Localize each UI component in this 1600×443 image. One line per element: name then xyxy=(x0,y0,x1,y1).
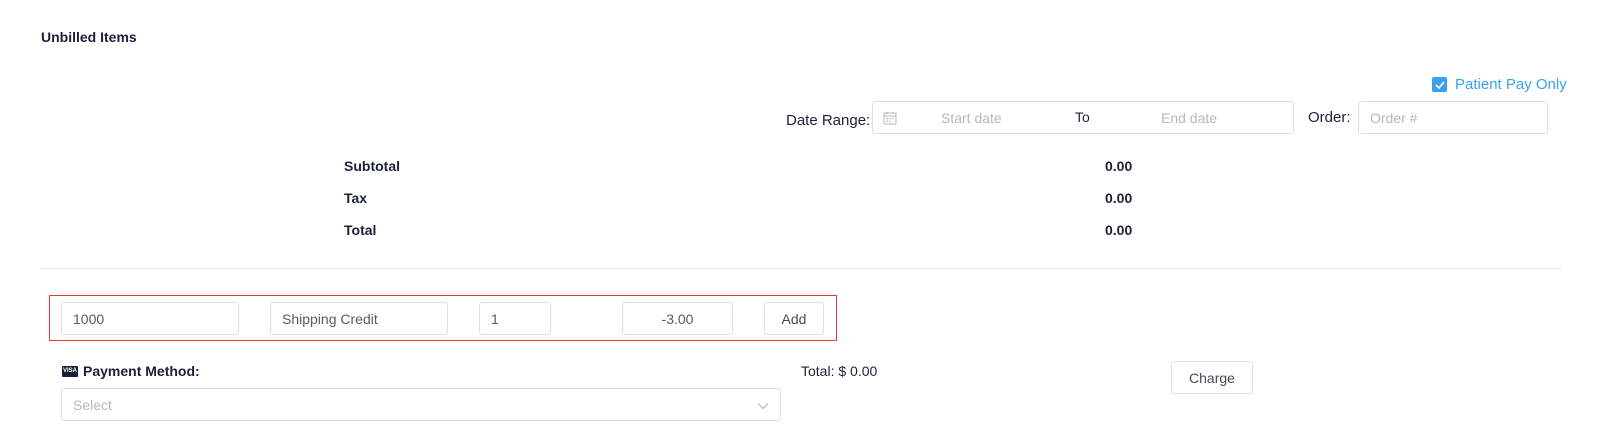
item-description-value: Shipping Credit xyxy=(282,310,378,327)
date-range-label: Date Range: xyxy=(786,112,871,129)
subtotal-value: 0.00 xyxy=(1105,158,1133,174)
payment-total: Total: $ 0.00 xyxy=(801,363,878,379)
start-date-input[interactable]: Start date xyxy=(941,110,1002,126)
item-code-value: 1000 xyxy=(73,310,105,327)
patient-pay-only-label[interactable]: Patient Pay Only xyxy=(1455,76,1567,93)
payment-method-label-group: VISA Payment Method: xyxy=(62,363,200,379)
item-amount-value: -3.00 xyxy=(661,310,694,327)
section-title: Unbilled Items xyxy=(41,29,137,45)
date-range-picker[interactable]: Start date To End date xyxy=(872,101,1294,134)
order-number-placeholder: Order # xyxy=(1370,109,1418,126)
checkbox-checked-icon[interactable] xyxy=(1432,77,1447,92)
date-range-separator: To xyxy=(1075,109,1090,125)
total-value: 0.00 xyxy=(1105,222,1133,238)
chevron-down-icon xyxy=(757,397,769,413)
order-number-input[interactable]: Order # xyxy=(1358,101,1548,134)
item-quantity-value: 1 xyxy=(491,310,499,327)
item-amount-input[interactable]: -3.00 xyxy=(622,302,733,335)
item-quantity-input[interactable]: 1 xyxy=(479,302,551,335)
item-description-input[interactable]: Shipping Credit xyxy=(270,302,448,335)
tax-value: 0.00 xyxy=(1105,190,1133,206)
patient-pay-only-toggle[interactable]: Patient Pay Only xyxy=(1432,76,1567,93)
order-label: Order: xyxy=(1308,109,1351,126)
payment-method-placeholder: Select xyxy=(73,396,112,413)
calendar-icon xyxy=(883,111,897,130)
item-code-input[interactable]: 1000 xyxy=(61,302,239,335)
payment-method-label: Payment Method: xyxy=(83,363,200,379)
tax-label: Tax xyxy=(344,190,368,206)
charge-button[interactable]: Charge xyxy=(1171,361,1253,394)
add-item-button[interactable]: Add xyxy=(764,302,824,335)
subtotal-label: Subtotal xyxy=(344,158,400,174)
end-date-input[interactable]: End date xyxy=(1161,110,1217,126)
section-divider xyxy=(41,268,1562,269)
payment-method-select[interactable]: Select xyxy=(61,388,781,421)
credit-card-icon: VISA xyxy=(62,365,78,377)
total-label: Total xyxy=(344,222,377,238)
